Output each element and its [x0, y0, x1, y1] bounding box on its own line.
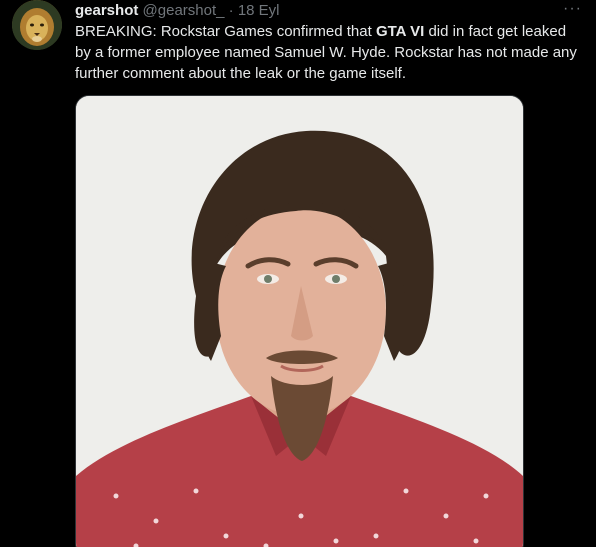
separator-dot: · — [228, 2, 234, 19]
tweet[interactable]: gearshot @gearshot_ · 18 Eyl ··· BREAKIN… — [0, 0, 596, 547]
avatar[interactable] — [12, 0, 62, 50]
tweet-text-prefix: BREAKING: Rockstar Games confirmed that — [75, 23, 376, 40]
user-handle[interactable]: @gearshot_ — [143, 2, 225, 19]
tweet-text: BREAKING: Rockstar Games confirmed that … — [75, 21, 580, 84]
more-horizontal-icon[interactable]: ··· — [563, 1, 582, 17]
lion-avatar-image — [12, 0, 62, 50]
tweet-date[interactable]: 18 Eyl — [238, 2, 280, 19]
tweet-photo[interactable] — [75, 95, 524, 547]
portrait-photo — [76, 96, 523, 547]
tweet-text-bold: GTA VI — [375, 23, 425, 40]
tweet-header: gearshot @gearshot_ · 18 Eyl — [75, 2, 280, 20]
display-name[interactable]: gearshot — [75, 2, 138, 19]
